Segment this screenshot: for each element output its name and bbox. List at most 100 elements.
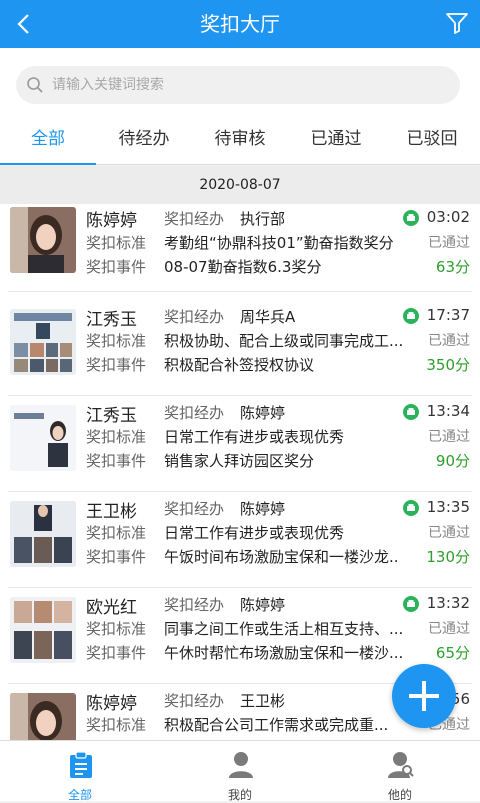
tab-pending-review[interactable]: 待审核 <box>192 120 288 164</box>
avatar <box>10 309 76 375</box>
printer-icon[interactable] <box>402 500 420 516</box>
nav-label: 我的 <box>227 788 252 802</box>
employee-name: 陈婷婷 <box>86 694 137 714</box>
employee-name: 王卫彬 <box>86 502 137 522</box>
printer-icon[interactable] <box>402 210 420 226</box>
standard-label: 奖扣标准 <box>86 620 147 638</box>
event-label: 奖扣事件 <box>86 452 147 470</box>
person-icon <box>229 752 253 778</box>
list-item[interactable]: 陈婷婷 奖扣经办 执行部 03:02 奖扣标准 考勤组“协鼎科技01”勤奋指数奖… <box>0 204 480 292</box>
points-value: 65分 <box>435 644 470 662</box>
record-time: 13:35 <box>426 498 470 516</box>
standard-value: 日常工作有进步或表现优秀 <box>164 428 345 446</box>
divider <box>8 291 472 292</box>
tab-pending-handle[interactable]: 待经办 <box>96 120 192 164</box>
clipboard-icon <box>70 751 92 778</box>
standard-label: 奖扣标准 <box>86 428 147 446</box>
handler-value: 陈婷婷 <box>240 596 286 614</box>
event-value: 午饭时间布场激励宝保和一楼沙龙... <box>164 548 400 566</box>
list-item[interactable]: 王卫彬 奖扣经办 陈婷婷 13:35 奖扣标准 日常工作有进步或表现优秀 已通过… <box>0 492 480 588</box>
standard-value: 积极配合公司工作需求或完成重... <box>164 716 389 734</box>
nav-others[interactable]: 他的 <box>320 741 480 802</box>
standard-value: 积极协助、配合上级或同事完成工... <box>164 332 404 350</box>
nav-label: 全部 <box>67 788 92 802</box>
search-area: 请输入关键词搜索 <box>0 48 480 120</box>
record-time: 17:37 <box>426 306 470 324</box>
record-time: 03:02 <box>426 208 470 226</box>
page-title: 奖扣大厅 <box>200 12 280 36</box>
standard-label: 奖扣标准 <box>86 524 147 542</box>
points-value: 90分 <box>435 452 470 470</box>
employee-name: 陈婷婷 <box>86 211 137 231</box>
avatar <box>10 597 76 663</box>
standard-value: 日常工作有进步或表现优秀 <box>164 524 345 542</box>
standard-label: 奖扣标准 <box>86 716 147 734</box>
event-value: 积极配合补签授权协议 <box>164 356 315 374</box>
status-text: 已通过 <box>428 333 470 349</box>
record-time: 13:32 <box>426 594 470 612</box>
handler-label: 奖扣经办 <box>164 404 225 422</box>
nav-label: 他的 <box>387 788 412 802</box>
avatar <box>10 405 76 471</box>
tab-approved[interactable]: 已通过 <box>288 120 384 164</box>
printer-icon[interactable] <box>402 596 420 612</box>
handler-label: 奖扣经办 <box>164 500 225 518</box>
printer-icon[interactable] <box>402 308 420 324</box>
tab-label: 全部 <box>31 129 65 149</box>
standard-value: 同事之间工作或生活上相互支持、... <box>164 620 404 638</box>
tab-rejected[interactable]: 已驳回 <box>384 120 480 164</box>
event-label: 奖扣事件 <box>86 258 147 276</box>
record-time: 13:34 <box>426 402 470 420</box>
handler-value: 陈婷婷 <box>240 500 286 518</box>
nav-mine[interactable]: 我的 <box>160 741 320 802</box>
handler-label: 奖扣经办 <box>164 596 225 614</box>
printer-icon[interactable] <box>402 404 420 420</box>
list-item[interactable]: 江秀玉 奖扣经办 周华兵A 17:37 奖扣标准 积极协助、配合上级或同事完成工… <box>0 300 480 396</box>
points-value: 130分 <box>426 548 470 566</box>
record-list[interactable]: 陈婷婷 奖扣经办 执行部 03:02 奖扣标准 考勤组“协鼎科技01”勤奋指数奖… <box>0 204 480 740</box>
handler-label: 奖扣经办 <box>164 308 225 326</box>
status-text: 已通过 <box>428 429 470 445</box>
status-tabs: 全部 待经办 待审核 已通过 已驳回 <box>0 120 480 165</box>
event-value: 午休时帮忙布场激励宝保和一楼沙... <box>164 644 404 662</box>
employee-name: 江秀玉 <box>86 406 137 426</box>
points-value: 350分 <box>426 356 470 374</box>
event-value: 销售家人拜访园区奖分 <box>164 452 315 470</box>
tab-label: 已通过 <box>310 129 362 149</box>
date-header: 2020-08-07 <box>0 166 480 204</box>
filter-icon[interactable] <box>444 10 470 36</box>
handler-label: 奖扣经办 <box>164 210 225 228</box>
avatar <box>10 501 76 567</box>
tab-all[interactable]: 全部 <box>0 120 96 165</box>
event-label: 奖扣事件 <box>86 548 147 566</box>
event-label: 奖扣事件 <box>86 356 147 374</box>
nav-all[interactable]: 全部 <box>0 741 160 802</box>
standard-label: 奖扣标准 <box>86 234 147 252</box>
status-text: 已通过 <box>428 621 470 637</box>
tab-label: 待经办 <box>118 129 170 149</box>
handler-value: 王卫彬 <box>240 692 286 710</box>
event-value: 08-07勤奋指数6.3奖分 <box>164 258 322 276</box>
status-text: 已通过 <box>428 235 470 251</box>
handler-label: 奖扣经办 <box>164 692 225 710</box>
search-icon <box>27 77 43 93</box>
status-text: 已通过 <box>428 525 470 541</box>
points-value: 63分 <box>435 258 470 276</box>
handler-value: 执行部 <box>240 210 286 228</box>
active-tab-underline <box>0 163 96 165</box>
event-label: 奖扣事件 <box>86 644 147 662</box>
person-search-icon <box>388 752 414 778</box>
standard-value: 考勤组“协鼎科技01”勤奋指数奖分 <box>164 234 394 252</box>
search-placeholder: 请输入关键词搜索 <box>52 77 164 93</box>
handler-value: 周华兵A <box>240 308 296 326</box>
standard-label: 奖扣标准 <box>86 332 147 350</box>
employee-name: 欧光红 <box>86 598 137 618</box>
avatar <box>10 207 76 273</box>
header-bar: 奖扣大厅 <box>0 0 480 48</box>
search-input[interactable]: 请输入关键词搜索 <box>16 66 460 104</box>
plus-icon-stroke <box>422 681 426 711</box>
add-button[interactable] <box>392 664 456 728</box>
list-item[interactable]: 江秀玉 奖扣经办 陈婷婷 13:34 奖扣标准 日常工作有进步或表现优秀 已通过… <box>0 396 480 492</box>
handler-value: 陈婷婷 <box>240 404 286 422</box>
tab-label: 已驳回 <box>406 129 458 149</box>
